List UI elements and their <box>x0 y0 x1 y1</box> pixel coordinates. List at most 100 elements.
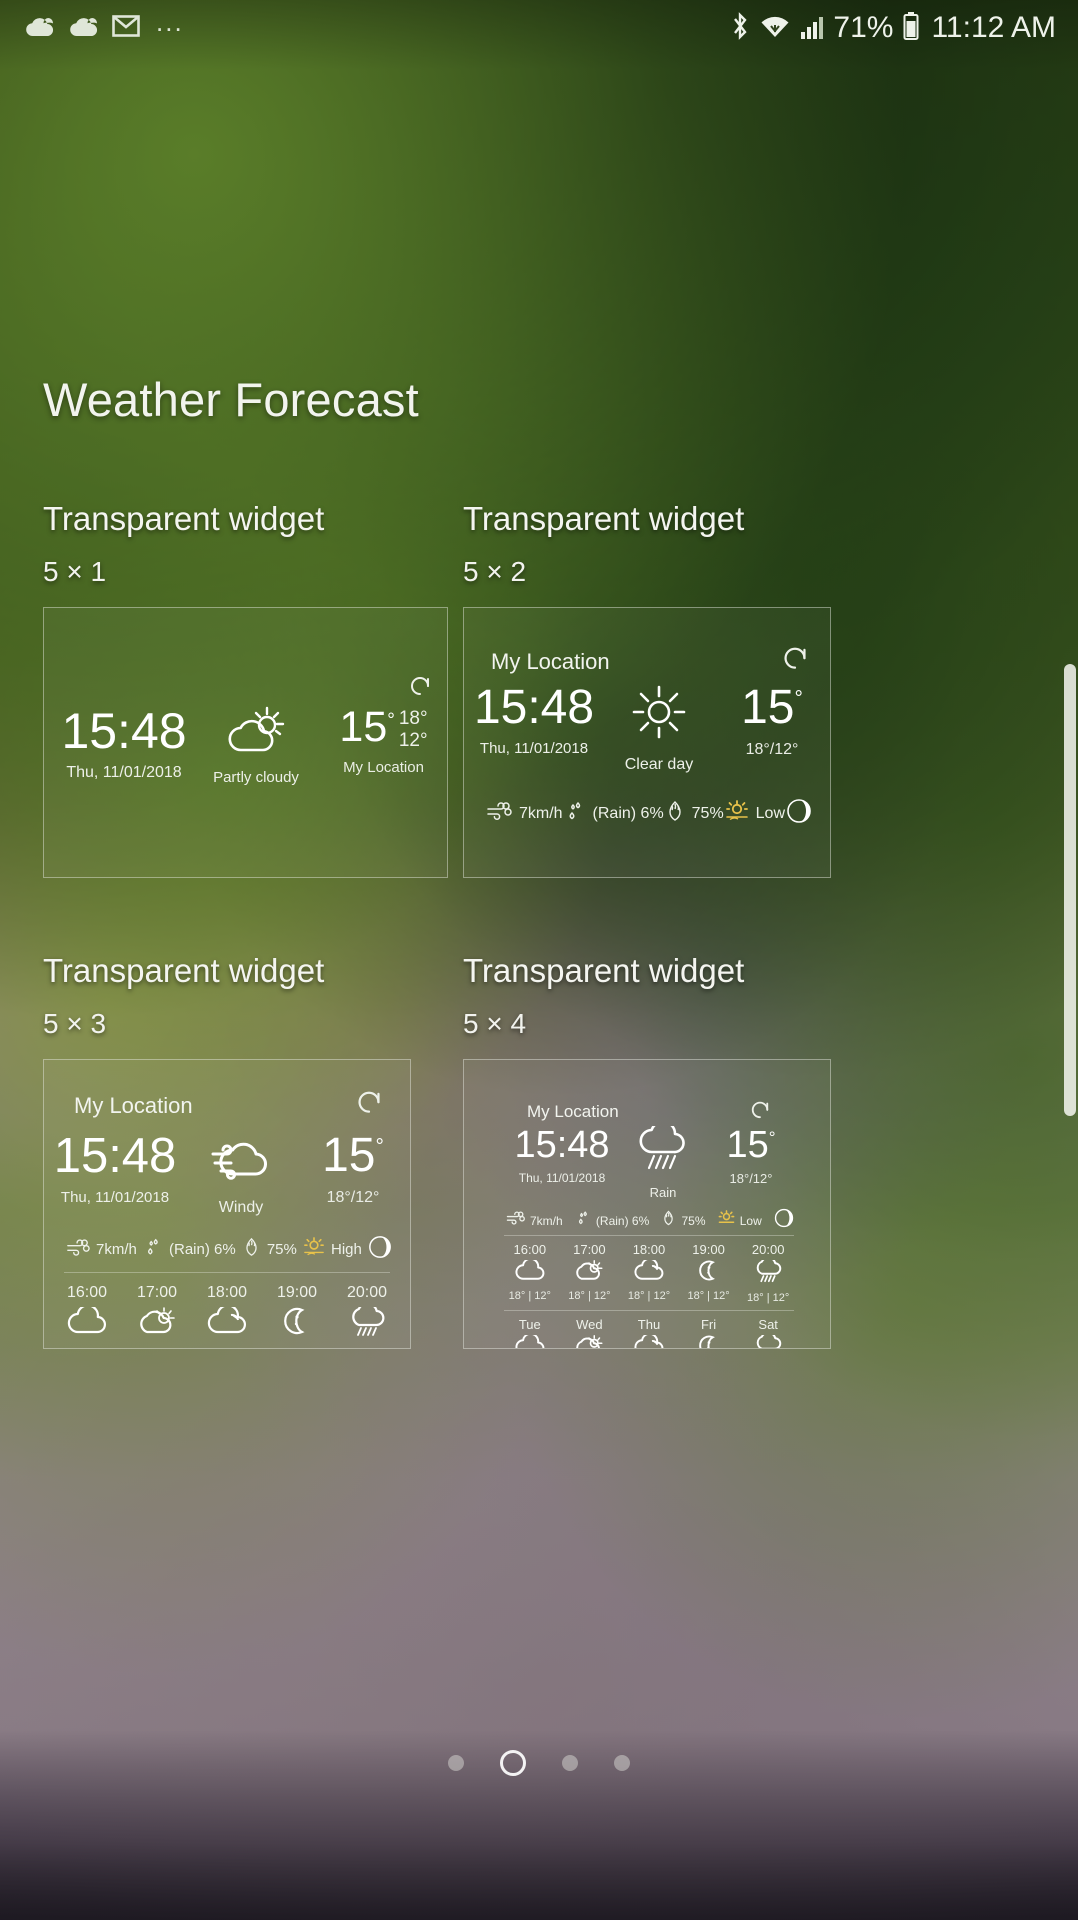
uv-sun-icon <box>725 800 749 827</box>
widget-preview-box[interactable]: My Location 15:48 Thu, 11/01/2018 <box>463 1059 831 1349</box>
rain-icon <box>753 1256 783 1288</box>
forecast-temp: 18° | 12° <box>568 1290 611 1302</box>
widget-time: 15:48 <box>61 703 187 759</box>
degree-symbol: ° <box>375 1135 384 1158</box>
forecast-temp: 18° | 12° <box>338 1348 396 1349</box>
detail-humidity: 75% <box>665 800 724 827</box>
detail-rain-text: (Rain) 6% <box>595 1213 650 1228</box>
forecast-day: Fri <box>700 1317 717 1332</box>
cloudy-icon <box>67 1304 107 1340</box>
widget-condition: Clear day <box>624 756 694 773</box>
clear-night-icon <box>694 1260 724 1286</box>
degree-symbol: ° <box>768 1128 776 1147</box>
widget-high-low: 18°/12° <box>326 1189 380 1206</box>
clear-night-icon <box>277 1307 317 1340</box>
forecast-day: Wed <box>576 1317 603 1332</box>
widget-preview-5x3[interactable]: Transparent widget 5 × 3 My Location 15:… <box>43 952 411 1349</box>
widget-condition-block: Windy <box>186 1132 296 1217</box>
detail-rain: (Rain) 6% <box>575 1210 649 1231</box>
detail-wind: 7km/h <box>486 802 563 825</box>
cloudy-icon <box>515 1332 545 1348</box>
widget-details-row: 7km/h (Rain) 6% <box>486 798 812 829</box>
page-dot-3[interactable] <box>562 1755 578 1771</box>
widget-title: Transparent widget <box>43 952 325 989</box>
page-dot-1[interactable] <box>448 1755 464 1771</box>
forecast-temp: 18° | 12° <box>747 1292 790 1304</box>
widget-size-label: 5 × 3 <box>43 1008 107 1039</box>
forecast-cell: Sat 18° | 12° <box>738 1317 798 1348</box>
forecast-cell: Fri 18° | 12° <box>679 1317 739 1348</box>
daily-forecast-row: Tue 18° | 12° Wed <box>500 1317 798 1348</box>
detail-moon <box>774 1208 794 1233</box>
cloudy-icon <box>515 1257 545 1286</box>
hourly-forecast-row: 16:00 18° | 12° 17:00 <box>500 1242 798 1304</box>
forecast-cell: 17:00 18° | 12° <box>122 1284 192 1348</box>
page-indicator[interactable] <box>0 1750 1078 1776</box>
widget-condition-block: Rain <box>620 1120 706 1200</box>
forecast-time: 17:00 <box>136 1284 178 1301</box>
widget-location: My Location <box>491 649 610 674</box>
widget-time-block: 15:48 Thu, 11/01/2018 <box>464 681 604 758</box>
divider <box>504 1235 794 1236</box>
detail-humidity: 75% <box>242 1237 297 1262</box>
widget-preview-box[interactable]: 15:48 Thu, 11/01/2018 Partly cloudy 15 °… <box>43 607 448 878</box>
forecast-cell: 20:00 18° | 12° <box>332 1284 402 1349</box>
widget-preview-5x4[interactable]: Transparent widget 5 × 4 My Location 15:… <box>463 952 831 1349</box>
page-dot-4[interactable] <box>614 1755 630 1771</box>
forecast-day: Thu <box>637 1317 661 1332</box>
forecast-cell: 19:00 18° | 12° <box>262 1284 332 1348</box>
rain-drop-icon <box>564 800 586 827</box>
widget-date: Thu, 11/01/2018 <box>518 1171 606 1185</box>
cloudy-icon <box>207 1304 247 1340</box>
forecast-cell: 17:00 18° | 12° <box>560 1242 620 1304</box>
humidity-icon <box>665 800 685 827</box>
widget-date: Thu, 11/01/2018 <box>479 740 589 757</box>
wind-icon <box>486 802 512 825</box>
widget-preview-box[interactable]: My Location 15:48 Thu, 11/01/2018 <box>463 607 831 878</box>
moon-phase-icon <box>786 798 812 829</box>
forecast-time: 16:00 <box>66 1284 108 1301</box>
detail-uv: Low <box>725 800 785 827</box>
widget-high-low: 18°/12° <box>729 1171 773 1186</box>
forecast-temp: 18° | 12° <box>627 1290 671 1302</box>
widget-size-label: 5 × 1 <box>43 556 107 587</box>
widget-temperature: 15 <box>741 681 795 734</box>
uv-sun-icon <box>303 1237 325 1262</box>
scrollbar-track[interactable] <box>1064 56 1078 1920</box>
refresh-icon[interactable] <box>782 644 808 675</box>
forecast-temp: 18° | 12° <box>268 1346 326 1348</box>
widget-preview-5x1[interactable]: Transparent widget 5 × 1 15:48 Thu, 11/0… <box>43 500 448 878</box>
widget-condition: Partly cloudy <box>213 769 299 786</box>
widget-time-block: 15:48 Thu, 11/01/2018 <box>504 1126 620 1185</box>
detail-wind-text: 7km/h <box>530 1213 563 1228</box>
humidity-icon <box>661 1210 676 1231</box>
cloudy-icon <box>634 1332 664 1348</box>
widget-title: Transparent widget <box>43 500 325 537</box>
widget-time: 15:48 <box>473 681 595 734</box>
widget-title: Transparent widget <box>463 952 745 989</box>
detail-uv: High <box>303 1237 362 1262</box>
degree-symbol: ° <box>387 710 395 731</box>
detail-rain: (Rain) 6% <box>143 1237 236 1262</box>
partly-cloudy-icon <box>225 706 287 759</box>
refresh-icon[interactable] <box>409 674 431 701</box>
widget-preview-box[interactable]: My Location 15:48 Thu, 11/01/2018 <box>43 1059 411 1349</box>
detail-rain: (Rain) 6% <box>564 800 664 827</box>
scrollbar-thumb[interactable] <box>1064 664 1076 1116</box>
widget-preview-5x2[interactable]: Transparent widget 5 × 2 My Location 15:… <box>463 500 831 878</box>
refresh-icon[interactable] <box>356 1088 382 1119</box>
detail-wind-text: 7km/h <box>96 1241 137 1258</box>
hourly-forecast-row: 16:00 18° | 12° 17:00 <box>52 1284 402 1349</box>
widget-temperature: 15 <box>322 1129 376 1182</box>
rain-icon <box>753 1331 783 1348</box>
detail-humidity: 75% <box>661 1210 706 1231</box>
widget-location: My Location <box>527 1102 619 1121</box>
page-dot-2-active[interactable] <box>500 1750 526 1776</box>
forecast-temp: 18° | 12° <box>508 1290 551 1302</box>
partly-cloudy-icon <box>574 1260 604 1286</box>
forecast-temp: 18° | 12° <box>128 1346 186 1348</box>
widget-temperature: 15 <box>726 1124 769 1166</box>
refresh-icon[interactable] <box>750 1099 770 1124</box>
forecast-cell: Wed 18° | 12° <box>560 1317 620 1348</box>
humidity-icon <box>242 1237 261 1262</box>
